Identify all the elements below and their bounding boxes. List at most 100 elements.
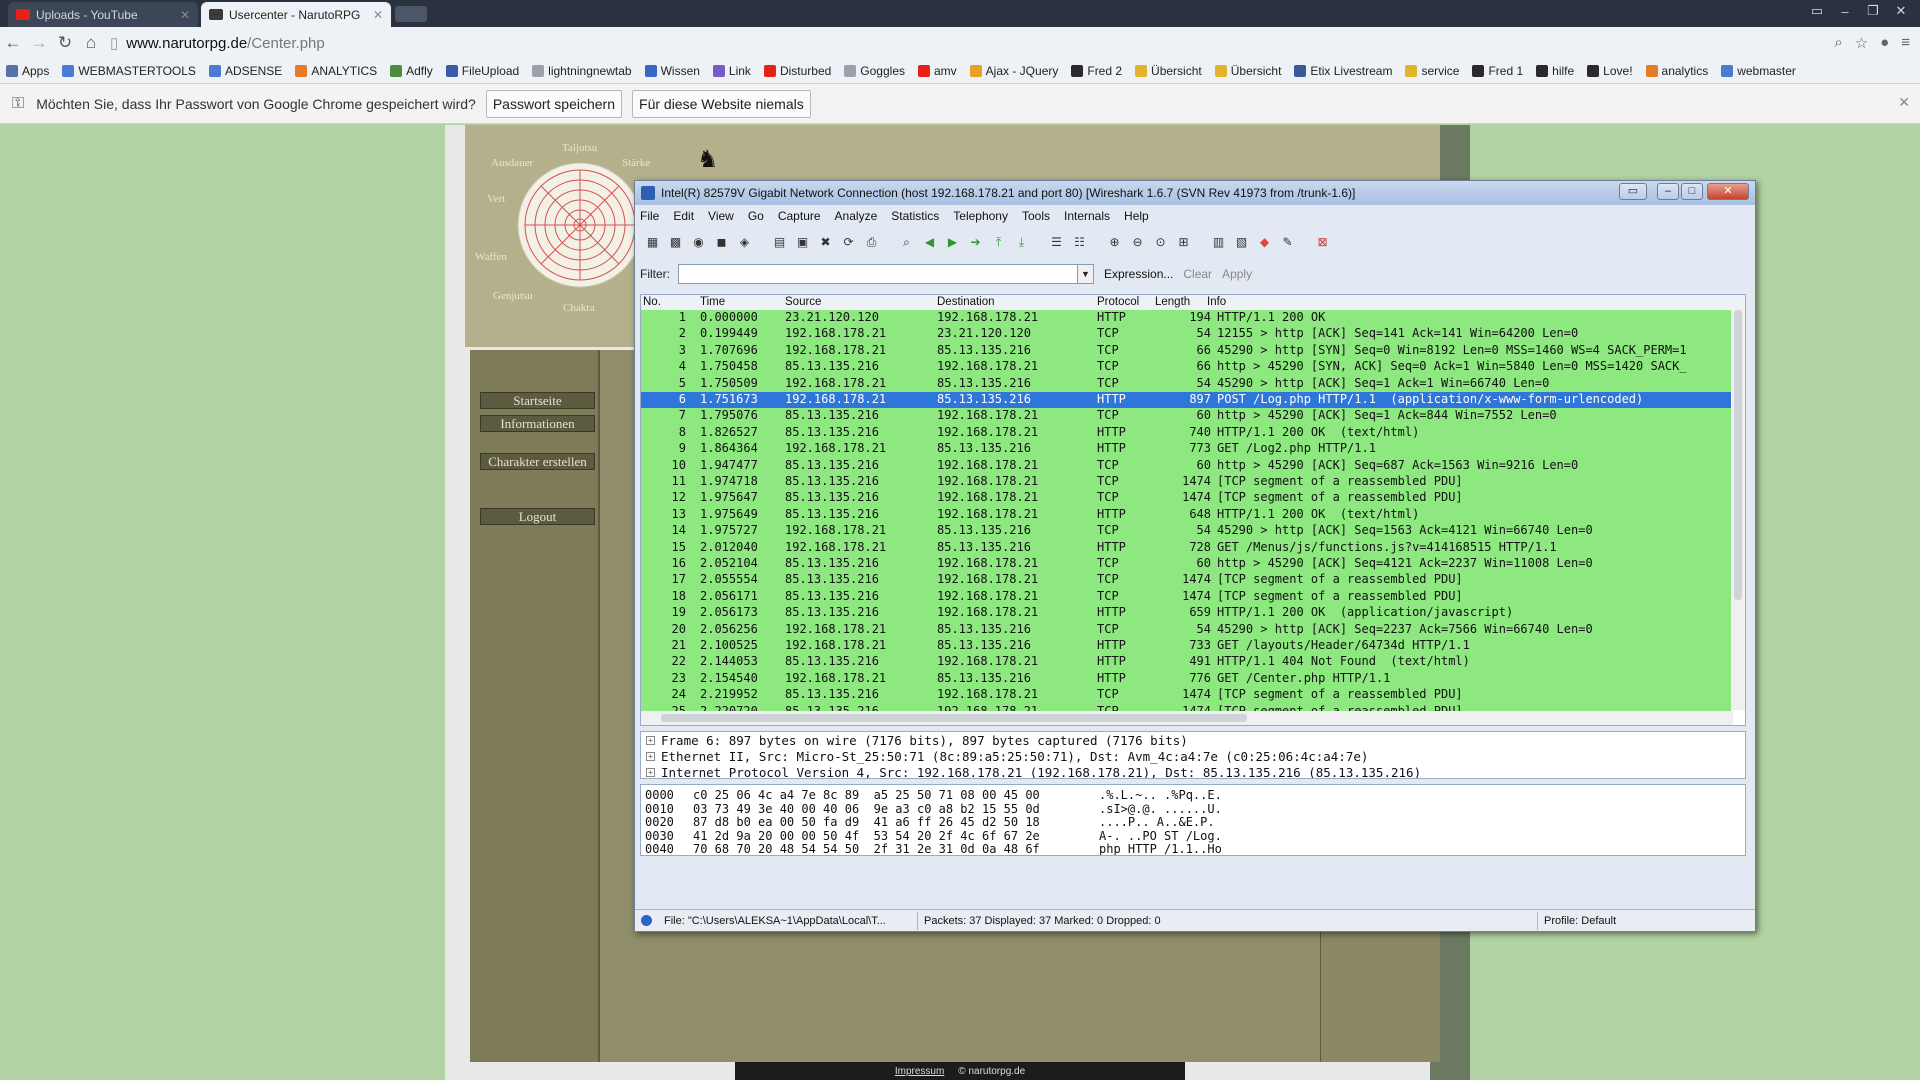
bookmark-item[interactable]: ANALYTICS [295, 64, 377, 78]
packet-row[interactable]: 21 2.100525 192.168.178.21 85.13.135.216 HTT… [641, 638, 1731, 655]
bookmark-item[interactable]: Adfly [390, 64, 433, 78]
coloring-rules-icon[interactable]: ◆ [1255, 233, 1274, 251]
menu-edit[interactable]: Edit [673, 209, 694, 227]
col-header-length[interactable]: Length [1155, 296, 1190, 308]
autoscroll-icon[interactable]: ☷ [1070, 233, 1089, 251]
bookmark-item[interactable]: Fred 2 [1071, 64, 1122, 78]
expand-icon[interactable]: + [646, 768, 655, 777]
packet-row[interactable]: 1 0.000000 23.21.120.120 192.168.178.21 HTTP… [641, 310, 1731, 327]
close-tab-icon[interactable]: ✕ [180, 8, 190, 22]
packet-row[interactable]: 15 2.012040 192.168.178.21 85.13.135.216 HTT… [641, 539, 1731, 556]
clear-button[interactable]: Clear [1183, 267, 1212, 281]
colorize-icon[interactable]: ☰ [1047, 233, 1066, 251]
menu-file[interactable]: File [640, 209, 659, 227]
close-icon[interactable]: ✕ [1707, 183, 1749, 200]
expression-button[interactable]: Expression... [1104, 267, 1173, 281]
close-icon[interactable]: ✕ [1890, 3, 1912, 19]
reload-icon[interactable]: ↻ [52, 33, 78, 53]
bookmark-item[interactable]: Apps [6, 64, 49, 78]
menu-analyze[interactable]: Analyze [835, 209, 878, 227]
expand-icon[interactable]: + [646, 736, 655, 745]
packet-row[interactable]: 12 1.975647 85.13.135.216 192.168.178.21 TCP… [641, 490, 1731, 507]
packet-row[interactable]: 17 2.055554 85.13.135.216 192.168.178.21 TCP… [641, 572, 1731, 589]
packet-list-vscrollbar[interactable] [1731, 310, 1745, 710]
tab-narutorpg[interactable]: Usercenter - NarutoRPG ✕ [201, 2, 391, 27]
packet-row[interactable]: 8 1.826527 85.13.135.216 192.168.178.21 HTTP… [641, 424, 1731, 442]
save-password-button[interactable]: Passwort speichern [485, 89, 623, 118]
minimize-icon[interactable]: – [1657, 183, 1679, 200]
bookmark-item[interactable]: webmaster [1721, 64, 1796, 78]
extension-icon[interactable]: ● [1880, 34, 1889, 52]
bookmark-item[interactable]: FileUpload [445, 64, 519, 78]
maximize-icon[interactable]: ❐ [1862, 3, 1884, 19]
bookmark-item[interactable]: Fred 1 [1472, 64, 1523, 78]
print-icon[interactable]: ⎙ [862, 233, 881, 251]
packet-row[interactable]: 14 1.975727 192.168.178.21 85.13.135.216 TCP… [641, 523, 1731, 540]
packet-row[interactable]: 23 2.154540 192.168.178.21 85.13.135.216 HTT… [641, 670, 1731, 688]
home-icon[interactable]: ⌂ [78, 33, 104, 53]
search-icon[interactable]: ⌕ [1834, 34, 1842, 52]
chevron-down-icon[interactable]: ▼ [1078, 264, 1094, 284]
bookmark-item[interactable]: Disturbed [763, 64, 831, 78]
detail-ip[interactable]: Internet Protocol Version 4, Src: 192.16… [661, 765, 1421, 778]
user-icon[interactable]: ▭ [1806, 3, 1828, 19]
bookmark-item[interactable]: Link [712, 64, 751, 78]
zoom-in-icon[interactable]: ⊕ [1105, 233, 1124, 251]
zoom-out-icon[interactable]: ⊖ [1128, 233, 1147, 251]
last-packet-icon[interactable]: ⤓ [1012, 233, 1031, 251]
bookmark-item[interactable]: WEBMASTERTOOLS [62, 64, 196, 78]
col-header-no[interactable]: No. [643, 296, 661, 308]
new-tab-button[interactable] [395, 6, 427, 22]
minimize-icon[interactable]: – [1834, 4, 1856, 19]
menu-internals[interactable]: Internals [1064, 209, 1110, 227]
status-profile[interactable]: Profile: Default [1538, 912, 1616, 930]
packet-row[interactable]: 16 2.052104 85.13.135.216 192.168.178.21 TCP… [641, 556, 1731, 573]
scroll-thumb[interactable] [661, 714, 1247, 722]
menu-telephony[interactable]: Telephony [953, 209, 1008, 227]
restart-capture-icon[interactable]: ◈ [735, 233, 754, 251]
normal-size-icon[interactable]: ⊙ [1151, 233, 1170, 251]
col-header-destination[interactable]: Destination [937, 296, 995, 308]
menu-go[interactable]: Go [748, 209, 764, 227]
capture-options-icon[interactable]: ▩ [666, 233, 685, 251]
detail-ethernet[interactable]: Ethernet II, Src: Micro-St_25:50:71 (8c:… [661, 749, 1368, 764]
nav-startseite[interactable]: Startseite [480, 392, 595, 409]
bookmark-item[interactable]: amv [918, 64, 957, 78]
bookmark-item[interactable]: analytics [1645, 64, 1708, 78]
bookmark-item[interactable]: hilfe [1536, 64, 1574, 78]
nav-charakter-erstellen[interactable]: Charakter erstellen [480, 453, 595, 470]
forward-icon[interactable]: → [26, 33, 52, 53]
packet-row[interactable]: 19 2.056173 85.13.135.216 192.168.178.21 HTT… [641, 605, 1731, 622]
packet-row[interactable]: 22 2.144053 85.13.135.216 192.168.178.21 HTT… [641, 654, 1731, 671]
nav-informationen[interactable]: Informationen [480, 415, 595, 432]
packet-row[interactable]: 10 1.947477 85.13.135.216 192.168.178.21 TCP… [641, 457, 1731, 474]
help-icon[interactable]: ⊠ [1313, 233, 1332, 251]
scroll-thumb[interactable] [1734, 310, 1742, 600]
menu-capture[interactable]: Capture [778, 209, 821, 227]
restore-icon[interactable]: ▭ [1619, 183, 1647, 200]
close-infobar-icon[interactable]: ✕ [1898, 94, 1910, 111]
impressum-link[interactable]: Impressum [895, 1066, 944, 1077]
bookmark-item[interactable]: Übersicht [1135, 64, 1202, 78]
bookmark-item[interactable]: Etix Livestream [1294, 64, 1392, 78]
close-tab-icon[interactable]: ✕ [373, 8, 383, 22]
interfaces-icon[interactable]: ▦ [643, 233, 662, 251]
packet-row[interactable]: 6 1.751673 192.168.178.21 85.13.135.216 HTTP… [641, 392, 1731, 409]
preferences-icon[interactable]: ✎ [1278, 233, 1297, 251]
resize-columns-icon[interactable]: ⊞ [1174, 233, 1193, 251]
packet-row[interactable]: 5 1.750509 192.168.178.21 85.13.135.216 TCP 5… [641, 375, 1731, 392]
packet-row[interactable]: 24 2.219952 85.13.135.216 192.168.178.21 TCP… [641, 687, 1731, 704]
stop-capture-icon[interactable]: ◼ [712, 233, 731, 251]
menu-tools[interactable]: Tools [1022, 209, 1050, 227]
bookmark-item[interactable]: Love! [1587, 64, 1633, 78]
apply-button[interactable]: Apply [1222, 267, 1252, 281]
reload-icon[interactable]: ⟳ [839, 233, 858, 251]
menu-icon[interactable]: ≡ [1901, 34, 1910, 52]
packet-row[interactable]: 13 1.975649 85.13.135.216 192.168.178.21 HTT… [641, 506, 1731, 524]
go-to-packet-icon[interactable]: ➔ [966, 233, 985, 251]
packet-row[interactable]: 4 1.750458 85.13.135.216 192.168.178.21 TCP 6… [641, 359, 1731, 376]
capture-filters-icon[interactable]: ▥ [1209, 233, 1228, 251]
first-packet-icon[interactable]: ⤒ [989, 233, 1008, 251]
nav-logout[interactable]: Logout [480, 508, 595, 525]
back-icon[interactable]: ← [0, 33, 26, 53]
